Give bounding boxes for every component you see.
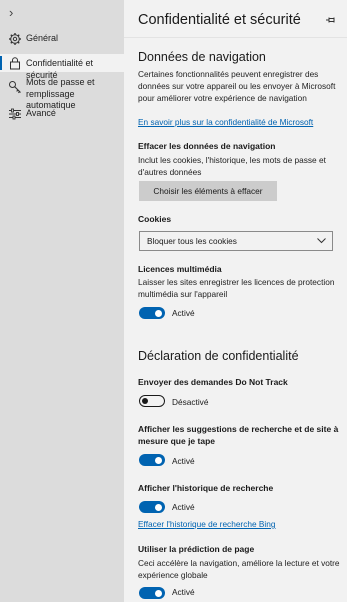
settings-sidebar: › Général Confidentialité et sécurité Mo… <box>0 0 124 602</box>
browsing-data-description: Certaines fonctionnalités peuvent enregi… <box>138 69 336 103</box>
search-suggestions-state: Activé <box>172 456 195 466</box>
toggle-knob <box>155 309 162 317</box>
sidebar-item-label: Avancé <box>26 108 56 118</box>
expand-sidebar-chevron-icon[interactable]: › <box>9 5 13 20</box>
clear-browsing-data-label: Effacer les données de navigation <box>138 141 276 151</box>
key-icon <box>9 81 21 94</box>
search-history-state: Activé <box>172 502 195 512</box>
sidebar-item-general[interactable]: Général <box>0 31 124 47</box>
search-history-toggle[interactable] <box>139 501 165 513</box>
privacy-learn-more-link[interactable]: En savoir plus sur la confidentialité de… <box>138 117 313 127</box>
browsing-data-heading: Données de navigation <box>138 50 266 64</box>
chevron-down-icon <box>317 238 326 244</box>
lock-icon <box>10 57 20 70</box>
toggle-knob <box>155 503 162 511</box>
sidebar-item-advanced[interactable]: Avancé <box>0 106 124 122</box>
search-history-label: Afficher l'historique de recherche <box>138 483 274 493</box>
media-licenses-state: Activé <box>172 308 195 318</box>
toggle-knob <box>155 589 162 597</box>
page-prediction-label: Utiliser la prédiction de page <box>138 544 255 554</box>
toggle-knob <box>142 397 148 404</box>
page-prediction-state: Activé <box>172 587 195 597</box>
media-licenses-toggle[interactable] <box>139 307 165 319</box>
sidebar-item-passwords-autofill[interactable]: Mots de passe et remplissage automatique <box>0 77 124 110</box>
search-suggestions-label: Afficher les suggestions de recherche et… <box>138 424 339 446</box>
clear-bing-history-link[interactable]: Effacer l'historique de recherche Bing <box>138 519 276 529</box>
do-not-track-toggle[interactable] <box>139 395 165 407</box>
settings-panel: Confidentialité et sécurité Données de n… <box>124 0 347 602</box>
cookies-label: Cookies <box>138 214 172 224</box>
sidebar-item-privacy-security[interactable]: Confidentialité et sécurité <box>0 54 124 80</box>
page-title: Confidentialité et sécurité <box>138 12 301 28</box>
cookies-dropdown[interactable]: Bloquer tous les cookies <box>139 231 333 251</box>
do-not-track-state: Désactivé <box>172 397 209 407</box>
pin-icon[interactable] <box>325 14 337 26</box>
header-divider <box>124 37 347 38</box>
page-prediction-description: Ceci accélère la navigation, améliore la… <box>138 558 340 580</box>
media-licenses-label: Licences multimédia <box>138 264 222 274</box>
page-prediction-toggle[interactable] <box>139 587 165 599</box>
cookies-selected-value: Bloquer tous les cookies <box>147 236 237 246</box>
choose-what-to-clear-button[interactable]: Choisir les éléments à effacer <box>139 181 277 201</box>
sidebar-item-label: Général <box>26 33 59 43</box>
privacy-statement-heading: Déclaration de confidentialité <box>138 349 299 363</box>
clear-browsing-data-description: Inclut les cookies, l'historique, les mo… <box>138 155 326 177</box>
search-suggestions-toggle[interactable] <box>139 454 165 466</box>
do-not-track-label: Envoyer des demandes Do Not Track <box>138 377 288 387</box>
sliders-icon <box>9 108 21 120</box>
media-licenses-description: Laisser les sites enregistrer les licenc… <box>138 277 335 299</box>
gear-icon <box>9 33 21 45</box>
toggle-knob <box>155 456 162 464</box>
